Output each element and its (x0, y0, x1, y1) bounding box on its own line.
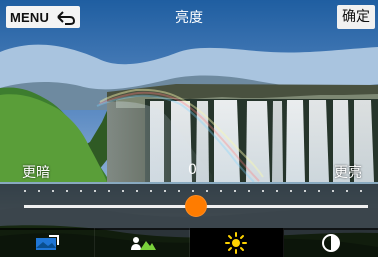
slider-tick (276, 190, 278, 192)
slider-tick (24, 190, 26, 192)
brighter-label: 更亮 (334, 165, 362, 181)
slider-tick (164, 190, 166, 192)
slider-tick (192, 190, 194, 192)
confirm-button[interactable]: 确定 (337, 5, 375, 29)
slider-tick (66, 190, 68, 192)
slider-tick (234, 190, 236, 192)
slider-tick (346, 190, 348, 192)
page-title: 亮度 (175, 10, 203, 26)
tab-brightness[interactable] (189, 228, 285, 257)
sun-icon (225, 231, 248, 254)
brightness-value: 0 (188, 162, 197, 178)
portrait-mountain-icon (130, 236, 156, 250)
slider-tick (220, 190, 222, 192)
slider-tick (122, 190, 124, 192)
tab-portrait-landscape[interactable] (95, 228, 190, 257)
slider-tick (80, 190, 82, 192)
landscape-icon (35, 234, 59, 250)
slider-tick (94, 190, 96, 192)
slider-tick (290, 190, 292, 192)
adjustment-tabs (0, 228, 378, 257)
slider-tick (262, 190, 264, 192)
slider-tick (206, 190, 208, 192)
darker-label: 更暗 (22, 165, 50, 181)
slider-tick (248, 190, 250, 192)
slider-tick (178, 190, 180, 192)
slider-tick (136, 190, 138, 192)
brightness-slider-thumb[interactable] (185, 195, 207, 217)
slider-tick (318, 190, 320, 192)
slider-tick (332, 190, 334, 192)
slider-tick (150, 190, 152, 192)
slider-tick (38, 190, 40, 192)
tab-contrast[interactable] (284, 228, 378, 257)
top-bar: MENU 亮度 确定 (0, 0, 378, 34)
slider-tick (108, 190, 110, 192)
slider-ticks (24, 190, 368, 194)
slider-tick (52, 190, 54, 192)
tab-scene[interactable] (0, 228, 95, 257)
slider-tick (360, 190, 362, 192)
camera-screen: MENU 亮度 确定 更暗 0 更亮 (0, 0, 378, 257)
contrast-icon (322, 233, 341, 252)
slider-tick (304, 190, 306, 192)
